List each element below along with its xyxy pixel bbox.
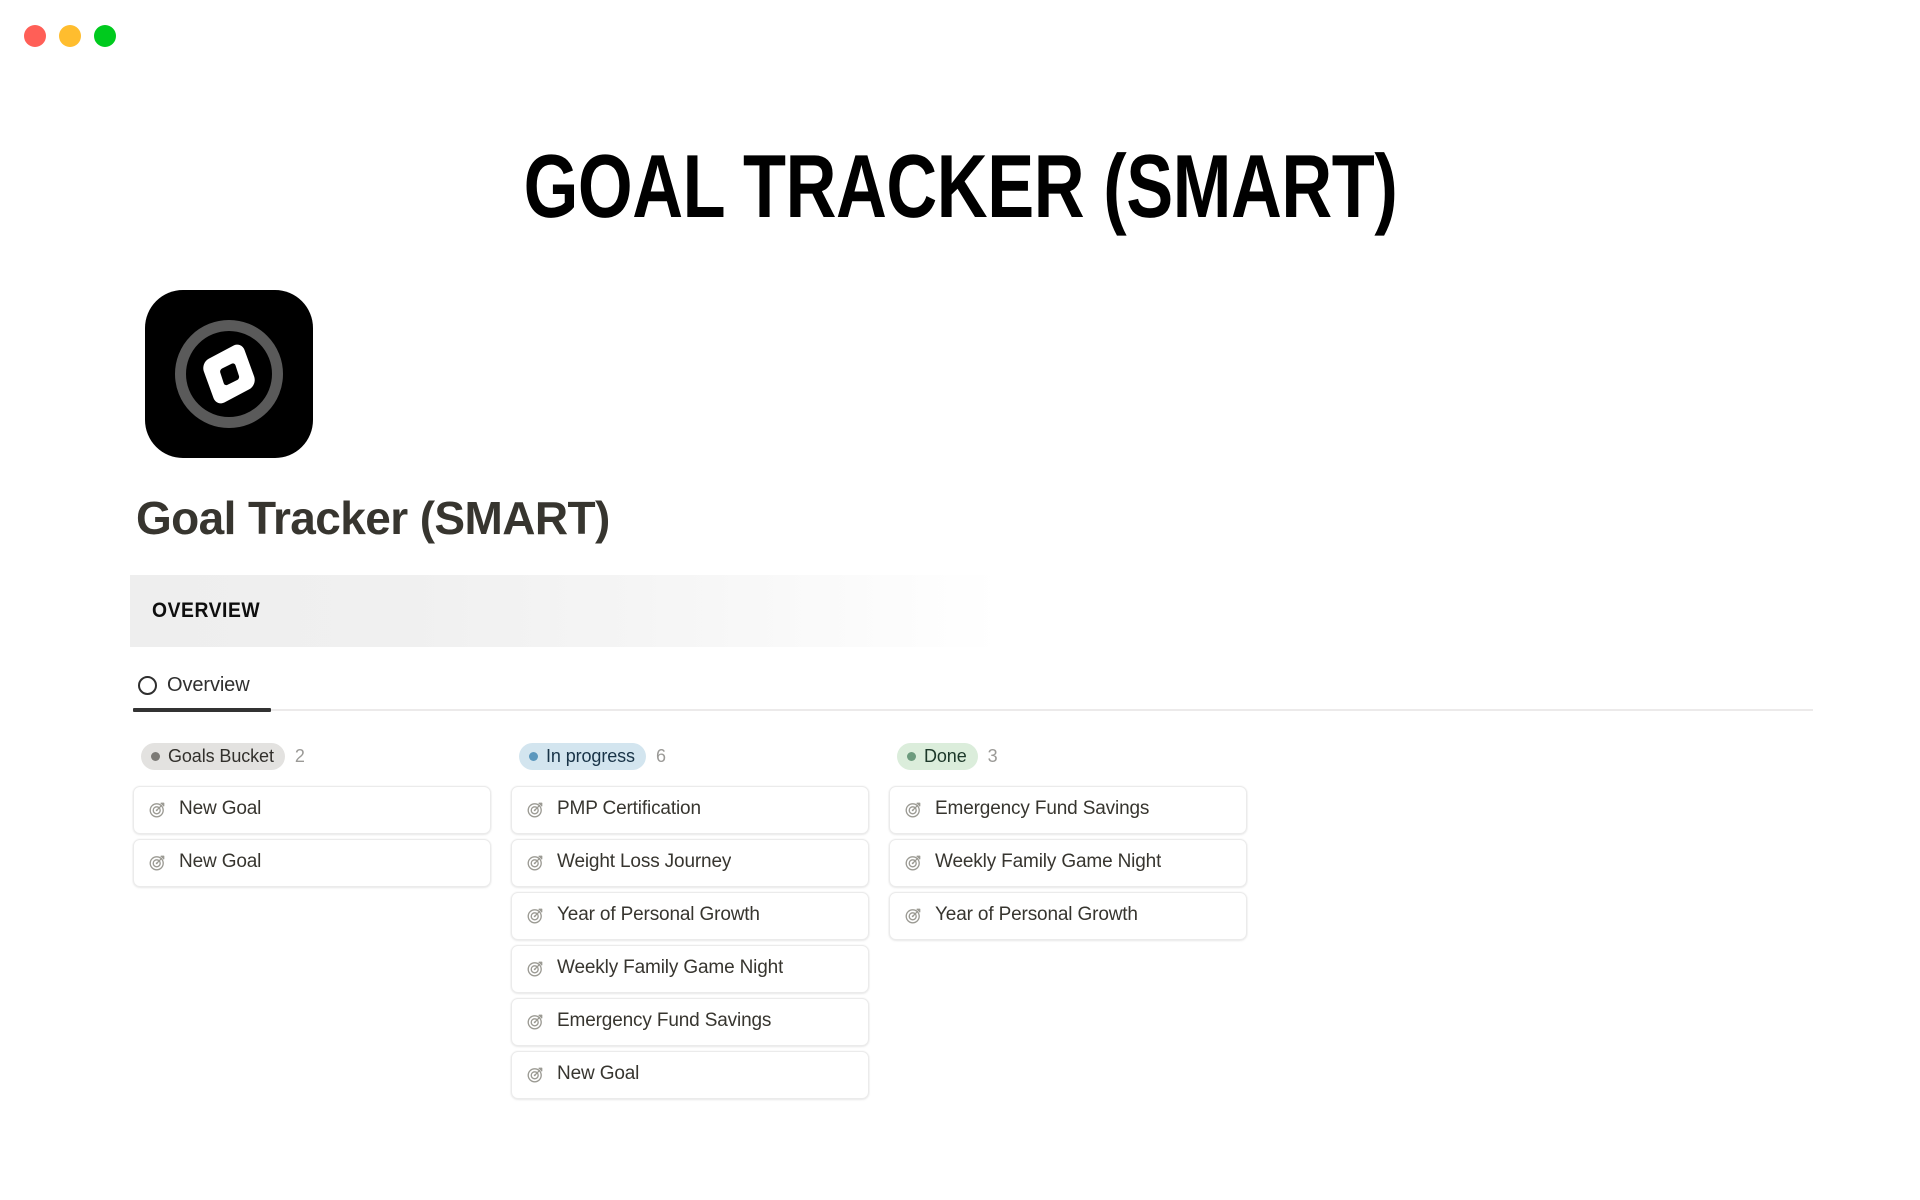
status-badge-in-progress[interactable]: In progress <box>519 743 646 771</box>
board-card-title: Emergency Fund Savings <box>557 1010 772 1032</box>
maximize-window-button[interactable] <box>94 25 116 47</box>
board-column-header[interactable]: In progress 6 <box>511 741 869 773</box>
board-column-header[interactable]: Goals Bucket 2 <box>133 741 491 773</box>
board-card-title: Weekly Family Game Night <box>935 851 1162 873</box>
board-card[interactable]: Weekly Family Game Night <box>511 944 869 993</box>
overview-section-band: OVERVIEW <box>130 574 1630 647</box>
target-icon <box>904 853 923 872</box>
board-card-title: Weekly Family Game Night <box>557 957 784 979</box>
status-dot-icon <box>907 752 916 762</box>
target-icon <box>148 800 167 819</box>
board-card-title: Year of Personal Growth <box>935 904 1138 926</box>
board-card-title: Emergency Fund Savings <box>935 798 1150 820</box>
target-icon <box>526 853 545 872</box>
board-card-title: New Goal <box>557 1063 640 1085</box>
board-card-title: Weight Loss Journey <box>557 851 732 873</box>
view-tabbar: Overview <box>133 647 1813 712</box>
target-icon <box>148 853 167 872</box>
board-card[interactable]: Year of Personal Growth <box>889 891 1247 940</box>
target-icon <box>904 800 923 819</box>
board-card-title: New Goal <box>179 798 262 820</box>
board-column-done: Done 3 Emergency Fund Savings Weekly Fam… <box>889 741 1247 940</box>
window-titlebar <box>0 0 1920 72</box>
compass-diamond-app-icon[interactable] <box>145 290 313 458</box>
target-icon <box>526 959 545 978</box>
kanban-board: Goals Bucket 2 New Goal New Goal In prog… <box>133 741 1920 1099</box>
status-badge-label: In progress <box>546 746 635 767</box>
column-card-count: 3 <box>987 746 998 767</box>
board-card-list: Emergency Fund Savings Weekly Family Gam… <box>889 785 1247 940</box>
tabs-row: Overview <box>133 663 1813 709</box>
status-badge-label: Done <box>924 746 967 767</box>
board-card[interactable]: Emergency Fund Savings <box>889 785 1247 834</box>
page-cover-banner: GOAL TRACKER (SMART) <box>0 72 1920 302</box>
status-dot-icon <box>151 752 160 762</box>
board-card-title: Year of Personal Growth <box>557 904 760 926</box>
status-badge-goals-bucket[interactable]: Goals Bucket <box>141 743 285 771</box>
page-icon-container <box>145 290 1920 458</box>
icon-ring-shape <box>175 320 283 428</box>
board-card[interactable]: Weekly Family Game Night <box>889 838 1247 887</box>
status-badge-label: Goals Bucket <box>168 746 274 767</box>
board-card-title: PMP Certification <box>557 798 701 820</box>
board-card[interactable]: PMP Certification <box>511 785 869 834</box>
board-card[interactable]: Weight Loss Journey <box>511 838 869 887</box>
tab-overview-label: Overview <box>167 673 250 696</box>
column-card-count: 6 <box>655 746 666 767</box>
board-column-header[interactable]: Done 3 <box>889 741 1247 773</box>
board-card[interactable]: New Goal <box>133 785 491 834</box>
board-card-list: New Goal New Goal <box>133 785 491 887</box>
target-icon <box>526 1065 545 1084</box>
target-icon <box>526 906 545 925</box>
board-card[interactable]: Emergency Fund Savings <box>511 997 869 1046</box>
board-card[interactable]: New Goal <box>133 838 491 887</box>
column-card-count: 2 <box>294 746 305 767</box>
close-window-button[interactable] <box>24 25 46 47</box>
tab-overview[interactable]: Overview <box>133 674 260 709</box>
overview-band-label: OVERVIEW <box>152 598 261 622</box>
circle-icon <box>138 675 157 695</box>
board-card-list: PMP Certification Weight Loss Journey Ye <box>511 785 869 1099</box>
page-title: Goal Tracker (SMART) <box>136 492 610 544</box>
target-icon <box>904 906 923 925</box>
board-column-in-progress: In progress 6 PMP Certification Weight L… <box>511 741 869 1099</box>
page-body: Goal Tracker (SMART) OVERVIEW Overview G… <box>0 290 1920 1099</box>
target-icon <box>526 800 545 819</box>
status-badge-done[interactable]: Done <box>897 743 978 771</box>
status-dot-icon <box>529 752 538 762</box>
minimize-window-button[interactable] <box>59 25 81 47</box>
icon-diamond-shape <box>200 341 258 407</box>
board-card[interactable]: New Goal <box>511 1050 869 1099</box>
board-card-title: New Goal <box>179 851 262 873</box>
board-column-goals-bucket: Goals Bucket 2 New Goal New Goal <box>133 741 491 887</box>
tabbar-divider <box>133 707 1813 712</box>
board-card[interactable]: Year of Personal Growth <box>511 891 869 940</box>
active-tab-underline <box>133 707 271 712</box>
cover-title-text: GOAL TRACKER (SMART) <box>523 136 1397 237</box>
target-icon <box>526 1012 545 1031</box>
